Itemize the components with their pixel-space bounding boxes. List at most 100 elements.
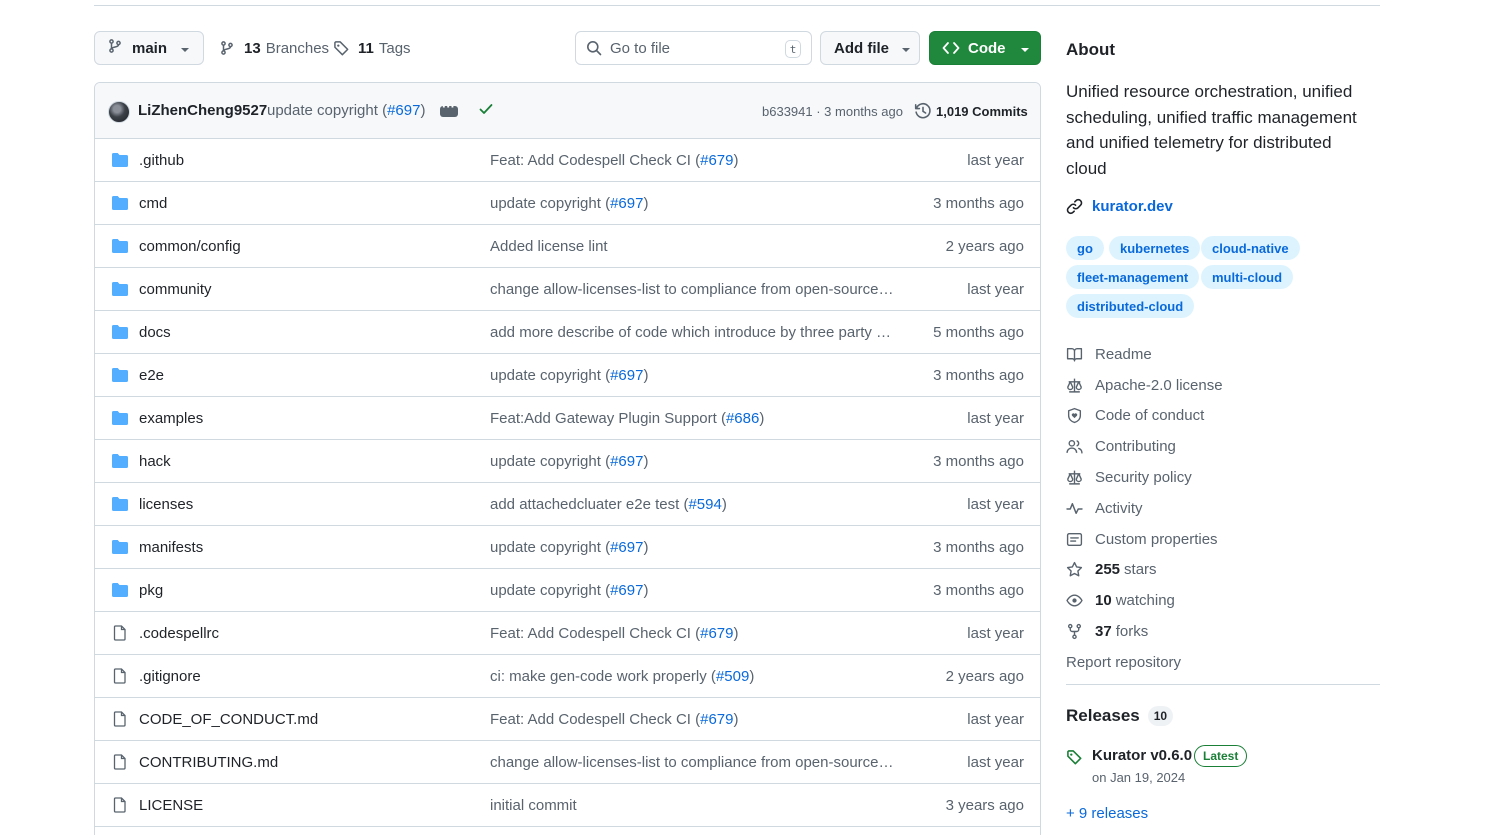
file-row[interactable]: hack update copyright (#697) 3 months ago: [95, 440, 1040, 483]
website-link[interactable]: kurator.dev: [1066, 198, 1173, 215]
file-name[interactable]: .codespellrc: [139, 625, 219, 642]
file-name[interactable]: common/config: [139, 238, 241, 255]
file-name[interactable]: e2e: [139, 367, 164, 384]
topic-tag[interactable]: cloud-native: [1201, 236, 1300, 260]
releases-heading-link[interactable]: Releases 10: [1066, 706, 1174, 726]
branch-selector-button[interactable]: main: [94, 31, 204, 65]
topic-tag[interactable]: kubernetes: [1109, 236, 1201, 260]
file-name[interactable]: cmd: [139, 195, 167, 212]
file-name[interactable]: CODE_OF_CONDUCT.md: [139, 711, 318, 728]
file-name[interactable]: .gitignore: [139, 668, 201, 685]
go-to-file-input[interactable]: [610, 39, 770, 57]
file-row[interactable]: .github Feat: Add Codespell Check CI (#67…: [95, 139, 1040, 182]
file-commit-message[interactable]: change allow-licenses-list to compliance…: [490, 281, 895, 298]
file-commit-message[interactable]: Feat: Add Codespell Check CI (#679): [490, 152, 738, 169]
tags-link[interactable]: 11 Tags: [333, 31, 411, 65]
file-commit-message[interactable]: initial commit: [490, 797, 577, 814]
file-commit-pr-link[interactable]: #594: [688, 496, 721, 513]
file-commit-message[interactable]: ci: make gen-code work properly (#509): [490, 668, 754, 685]
repo-meta-readme[interactable]: Readme: [1066, 339, 1223, 370]
repo-meta-watching[interactable]: 10 watching: [1066, 585, 1223, 616]
repo-meta-custom-properties[interactable]: Custom properties: [1066, 524, 1223, 555]
file-name[interactable]: examples: [139, 410, 203, 427]
repo-toolbar: main 13 Branches 11 Tags t Add file Code: [94, 31, 1041, 65]
file-commit-message[interactable]: Feat: Add Codespell Check CI (#679): [490, 625, 738, 642]
file-row[interactable]: cmd update copyright (#697) 3 months ago: [95, 182, 1040, 225]
file-row[interactable]: .gitignore ci: make gen-code work properl…: [95, 655, 1040, 698]
repo-meta-report-repository[interactable]: Report repository: [1066, 647, 1223, 678]
file-name[interactable]: licenses: [139, 496, 193, 513]
sidebar-divider: [1066, 684, 1380, 685]
file-commit-message[interactable]: update copyright (#697): [490, 539, 648, 556]
file-row[interactable]: licenses add attachedcluater e2e test (#5…: [95, 483, 1040, 526]
repo-meta-apache-2-0-license[interactable]: Apache-2.0 license: [1066, 370, 1223, 401]
commit-sha-age[interactable]: b633941 · 3 months ago: [762, 104, 903, 119]
file-row[interactable]: CODE_OF_CONDUCT.md Feat: Add Codespell Ch…: [95, 698, 1040, 741]
code-button[interactable]: Code: [929, 31, 1041, 65]
file-commit-pr-link[interactable]: #697: [610, 582, 643, 599]
file-commit-message[interactable]: update copyright (#697): [490, 195, 648, 212]
topic-tag[interactable]: distributed-cloud: [1066, 294, 1195, 318]
commit-pr-link[interactable]: #697: [387, 102, 420, 119]
file-commit-pr-link[interactable]: #686: [726, 410, 759, 427]
file-name[interactable]: docs: [139, 324, 171, 341]
file-commit-message[interactable]: Feat:Add Gateway Plugin Support (#686): [490, 410, 764, 427]
repo-meta-stars[interactable]: 255 stars: [1066, 555, 1223, 586]
file-row[interactable]: e2e update copyright (#697) 3 months ago: [95, 354, 1040, 397]
expand-commit-message-icon[interactable]: [440, 99, 458, 117]
file-row[interactable]: pkg update copyright (#697) 3 months ago: [95, 569, 1040, 612]
file-commit-pr-link[interactable]: #697: [610, 195, 643, 212]
file-name[interactable]: LICENSE: [139, 797, 203, 814]
file-commit-pr-link[interactable]: #697: [610, 367, 643, 384]
file-commit-message[interactable]: update copyright (#697): [490, 453, 648, 470]
file-commit-pr-link[interactable]: #679: [700, 711, 733, 728]
meta-label: Code of conduct: [1095, 407, 1205, 425]
repo-meta-forks[interactable]: 37 forks: [1066, 616, 1223, 647]
file-row[interactable]: docs add more describe of code which intr…: [95, 311, 1040, 354]
commit-author[interactable]: LiZhenCheng9527: [138, 102, 267, 119]
file-name[interactable]: CONTRIBUTING.md: [139, 754, 278, 771]
file-commit-age: 3 months ago: [933, 582, 1024, 599]
more-releases-link[interactable]: + 9 releases: [1066, 805, 1148, 822]
file-name[interactable]: pkg: [139, 582, 163, 599]
repo-meta-security-policy[interactable]: Security policy: [1066, 462, 1223, 493]
topic-tag[interactable]: fleet-management: [1066, 265, 1200, 289]
file-commit-message[interactable]: Added license lint: [490, 238, 608, 255]
file-commit-message[interactable]: add attachedcluater e2e test (#594): [490, 496, 727, 513]
file-row[interactable]: LICENSE initial commit 3 years ago: [95, 784, 1040, 827]
file-row[interactable]: .codespellrc Feat: Add Codespell Check CI…: [95, 612, 1040, 655]
topic-tag[interactable]: go: [1066, 236, 1104, 260]
file-name[interactable]: community: [139, 281, 212, 298]
file-commit-pr-link[interactable]: #697: [610, 539, 643, 556]
check-icon[interactable]: [478, 101, 494, 121]
topic-tag[interactable]: multi-cloud: [1201, 265, 1294, 289]
file-row[interactable]: community change allow-licenses-list to c…: [95, 268, 1040, 311]
file-commit-pr-link[interactable]: #679: [700, 152, 733, 169]
file-name[interactable]: manifests: [139, 539, 203, 556]
file-commit-pr-link[interactable]: #679: [700, 625, 733, 642]
avatar[interactable]: [108, 101, 130, 123]
file-commit-message[interactable]: update copyright (#697): [490, 582, 648, 599]
repo-meta-activity[interactable]: Activity: [1066, 493, 1223, 524]
go-to-file-search[interactable]: t: [575, 31, 812, 65]
repo-meta-code-of-conduct[interactable]: Code of conduct: [1066, 401, 1223, 432]
file-row[interactable]: common/config Added license lint 2 years a…: [95, 225, 1040, 268]
file-row[interactable]: examples Feat:Add Gateway Plugin Support …: [95, 397, 1040, 440]
file-commit-pr-link[interactable]: #697: [610, 453, 643, 470]
file-commit-message[interactable]: change allow-licenses-list to compliance…: [490, 754, 895, 771]
law-icon: [1067, 378, 1082, 393]
branches-link[interactable]: 13 Branches: [219, 31, 329, 65]
file-row[interactable]: manifests update copyright (#697) 3 months…: [95, 526, 1040, 569]
file-commit-message[interactable]: update copyright (#697): [490, 367, 648, 384]
file-row[interactable]: CONTRIBUTING.md change allow-licenses-lis…: [95, 741, 1040, 784]
file-commit-message[interactable]: add more describe of code which introduc…: [490, 324, 895, 341]
file-commit-pr-link[interactable]: #509: [716, 668, 749, 685]
commits-history-link[interactable]: 1,019 Commits: [914, 102, 1028, 120]
file-commit-message[interactable]: Feat: Add Codespell Check CI (#679): [490, 711, 738, 728]
add-file-button[interactable]: Add file: [820, 31, 920, 65]
commit-message[interactable]: update copyright (#697): [267, 102, 425, 119]
file-list: .github Feat: Add Codespell Check CI (#67…: [95, 139, 1040, 827]
repo-meta-contributing[interactable]: Contributing: [1066, 431, 1223, 462]
file-name[interactable]: .github: [139, 152, 184, 169]
file-name[interactable]: hack: [139, 453, 171, 470]
